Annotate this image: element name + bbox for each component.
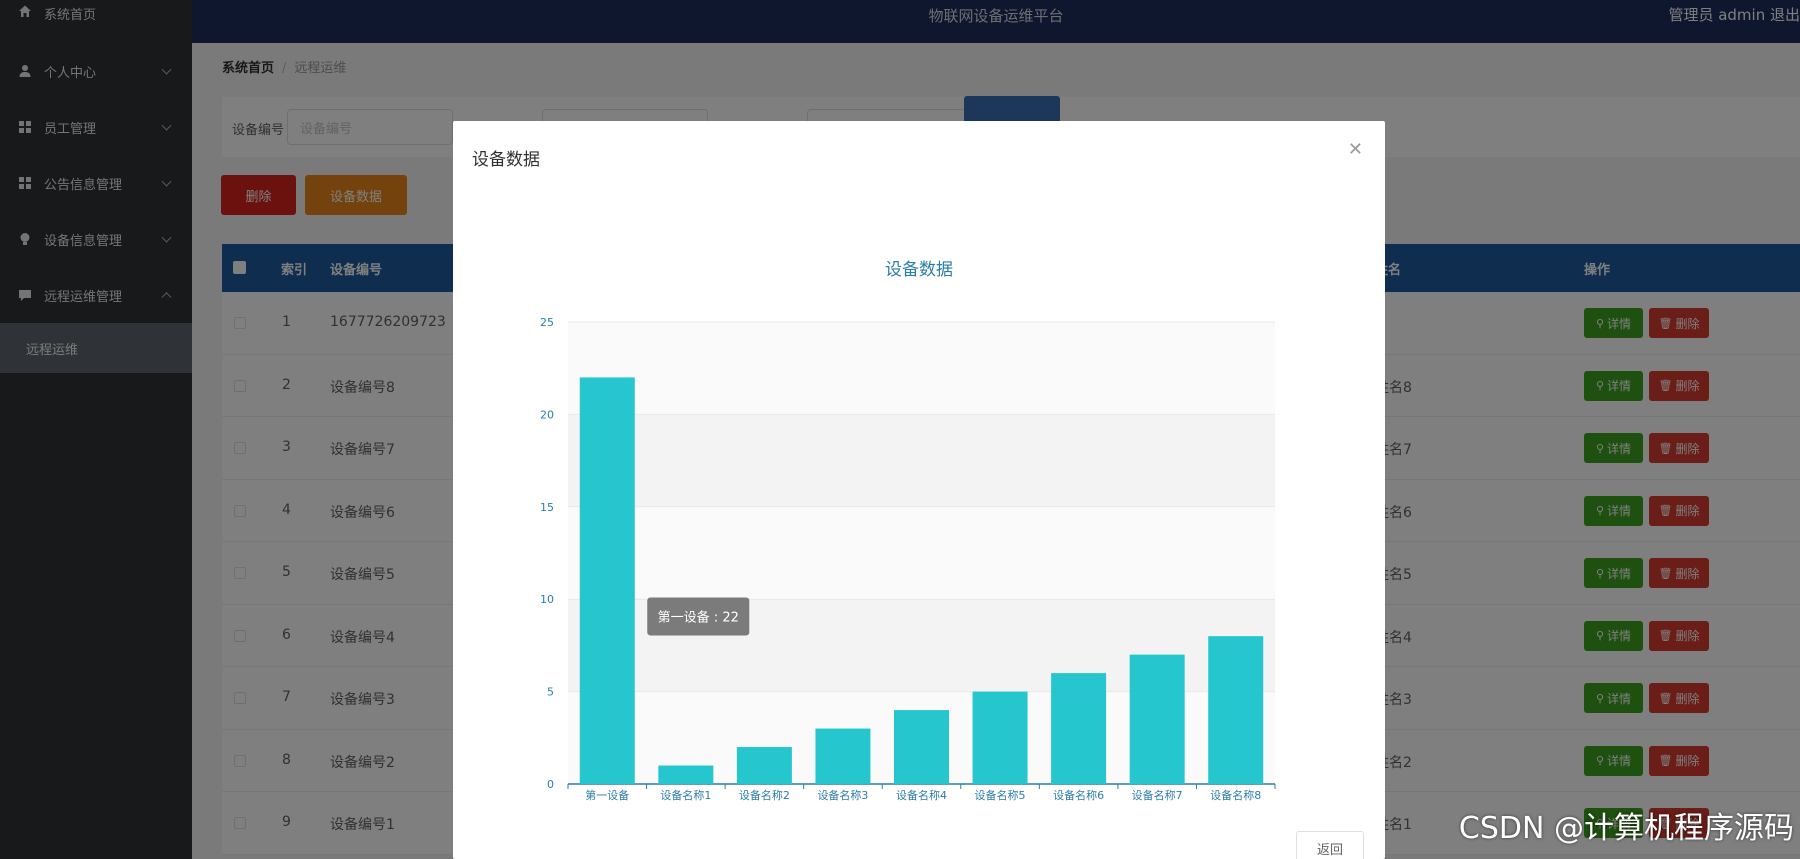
bar: [1208, 636, 1264, 784]
bar: [815, 728, 871, 784]
bar: [972, 691, 1028, 784]
watermark: CSDN @计算机程序源码: [1458, 811, 1794, 846]
x-tick-label: 第一设备: [585, 788, 629, 801]
x-tick-label: 设备名称4: [896, 788, 947, 801]
x-tick-label: 设备名称7: [1132, 788, 1183, 801]
chart-band: [568, 322, 1275, 415]
bar: [658, 765, 714, 784]
x-tick-label: 设备名称5: [975, 788, 1026, 801]
dialog-title: 设备数据: [472, 150, 540, 170]
bar: [579, 377, 635, 784]
x-tick-label: 设备名称6: [1053, 788, 1104, 801]
bar: [1129, 654, 1185, 784]
y-tick-label: 15: [540, 501, 554, 514]
chart-title: 设备数据: [885, 260, 953, 280]
x-tick-label: 设备名称3: [817, 788, 868, 801]
x-tick-label: 设备名称1: [660, 788, 711, 801]
chart-tooltip-text: 第一设备 : 22: [658, 609, 739, 625]
device-data-dialog: 设备数据 ✕ 设备数据 0 5 10 15 20 25 第一设备 设备名称1 设备名称2 设备名称3…: [453, 121, 1385, 859]
y-tick-label: 0: [547, 778, 554, 791]
bar: [894, 710, 949, 784]
close-icon[interactable]: ✕: [1348, 139, 1363, 160]
x-tick-label: 设备名称2: [739, 788, 790, 801]
y-tick-label: 10: [540, 593, 554, 606]
y-tick-label: 20: [540, 408, 554, 421]
bar-chart: 设备数据 0 5 10 15 20 25 第一设备 设备名称1 设备名称2 设备名称3 设备名称4 设备…: [540, 260, 1276, 802]
bar: [1051, 673, 1107, 784]
y-tick-label: 25: [540, 316, 554, 329]
bar: [736, 747, 792, 784]
x-tick-label: 设备名称8: [1210, 788, 1261, 801]
y-tick-label: 5: [547, 686, 554, 699]
chart-band: [568, 506, 1275, 600]
back-button[interactable]: 返回: [1296, 831, 1364, 859]
chart-container: 设备数据 0 5 10 15 20 25 第一设备 设备名称1 设备名称2 设备名称3 设备名称4 设备…: [453, 181, 1385, 802]
chart-band: [568, 414, 1275, 507]
